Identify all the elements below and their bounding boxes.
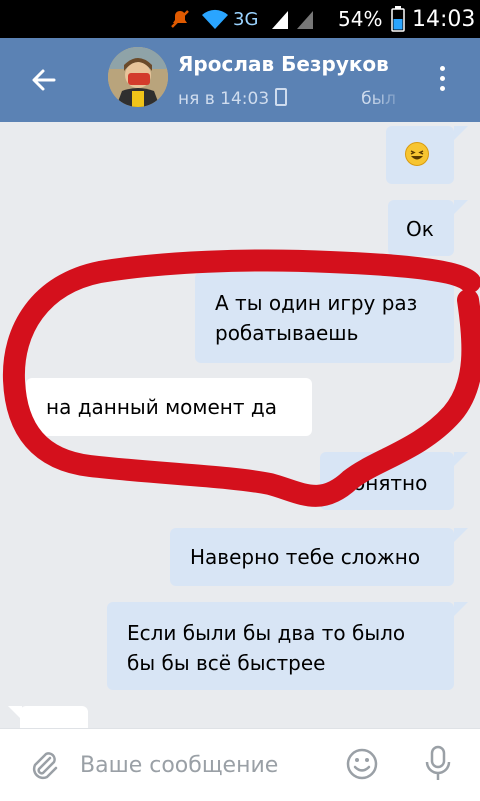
battery-icon <box>391 0 405 38</box>
clock: 14:03 <box>412 6 476 32</box>
contact-name: Ярослав Безруков <box>178 52 389 76</box>
message-input[interactable] <box>80 747 330 783</box>
message-text: Понятно <box>338 471 428 495</box>
message-text: Ок <box>406 217 434 241</box>
message-text: на данный момент да <box>46 395 277 419</box>
message-bubble[interactable]: Наверно тебе сложно <box>170 528 454 586</box>
message-text-line: робатываешь <box>215 321 359 345</box>
message-bubble[interactable]: на данный момент да <box>26 378 312 436</box>
mute-icon <box>168 0 192 38</box>
kebab-menu-icon <box>438 66 448 91</box>
mobile-icon <box>275 88 288 106</box>
avatar[interactable] <box>108 47 168 107</box>
last-seen-status: ня в 14:03был <box>178 88 408 110</box>
message-text: Наверно тебе сложно <box>190 545 421 569</box>
laughing-emoji-icon <box>405 142 429 166</box>
back-button[interactable] <box>26 62 62 98</box>
message-composer <box>0 728 480 801</box>
message-text-line: бы бы всё быстрее <box>127 651 326 675</box>
more-menu-button[interactable] <box>438 66 448 96</box>
message-bubble[interactable]: Если были бы два то было бы бы всё быстр… <box>107 602 454 690</box>
wifi-icon <box>200 0 230 38</box>
status-bar: 3G 54% 14:03 <box>0 0 480 38</box>
message-bubble[interactable]: Понятно <box>320 452 454 510</box>
message-text-line: А ты один игру раз <box>215 291 418 315</box>
arrow-left-icon <box>32 69 56 91</box>
battery-percent: 54% <box>338 7 383 31</box>
message-text-line: Если были бы два то было <box>127 621 406 645</box>
smile-icon <box>346 748 378 780</box>
network-type-label: 3G <box>233 8 259 30</box>
signal-icon <box>270 0 290 38</box>
signal-icon <box>295 0 315 38</box>
chat-header: Ярослав Безруков ня в 14:03был <box>0 38 480 122</box>
message-bubble[interactable]: А ты один игру раз робатываешь <box>195 272 454 363</box>
voice-message-button[interactable] <box>424 745 452 787</box>
attach-button[interactable] <box>28 749 60 785</box>
message-bubble[interactable]: Ок <box>388 200 454 256</box>
last-seen-text: ня в 14:03 <box>178 89 270 109</box>
emoji-button[interactable] <box>345 747 379 785</box>
paperclip-icon <box>32 752 58 780</box>
microphone-icon <box>425 745 451 780</box>
message-bubble[interactable] <box>386 126 454 184</box>
